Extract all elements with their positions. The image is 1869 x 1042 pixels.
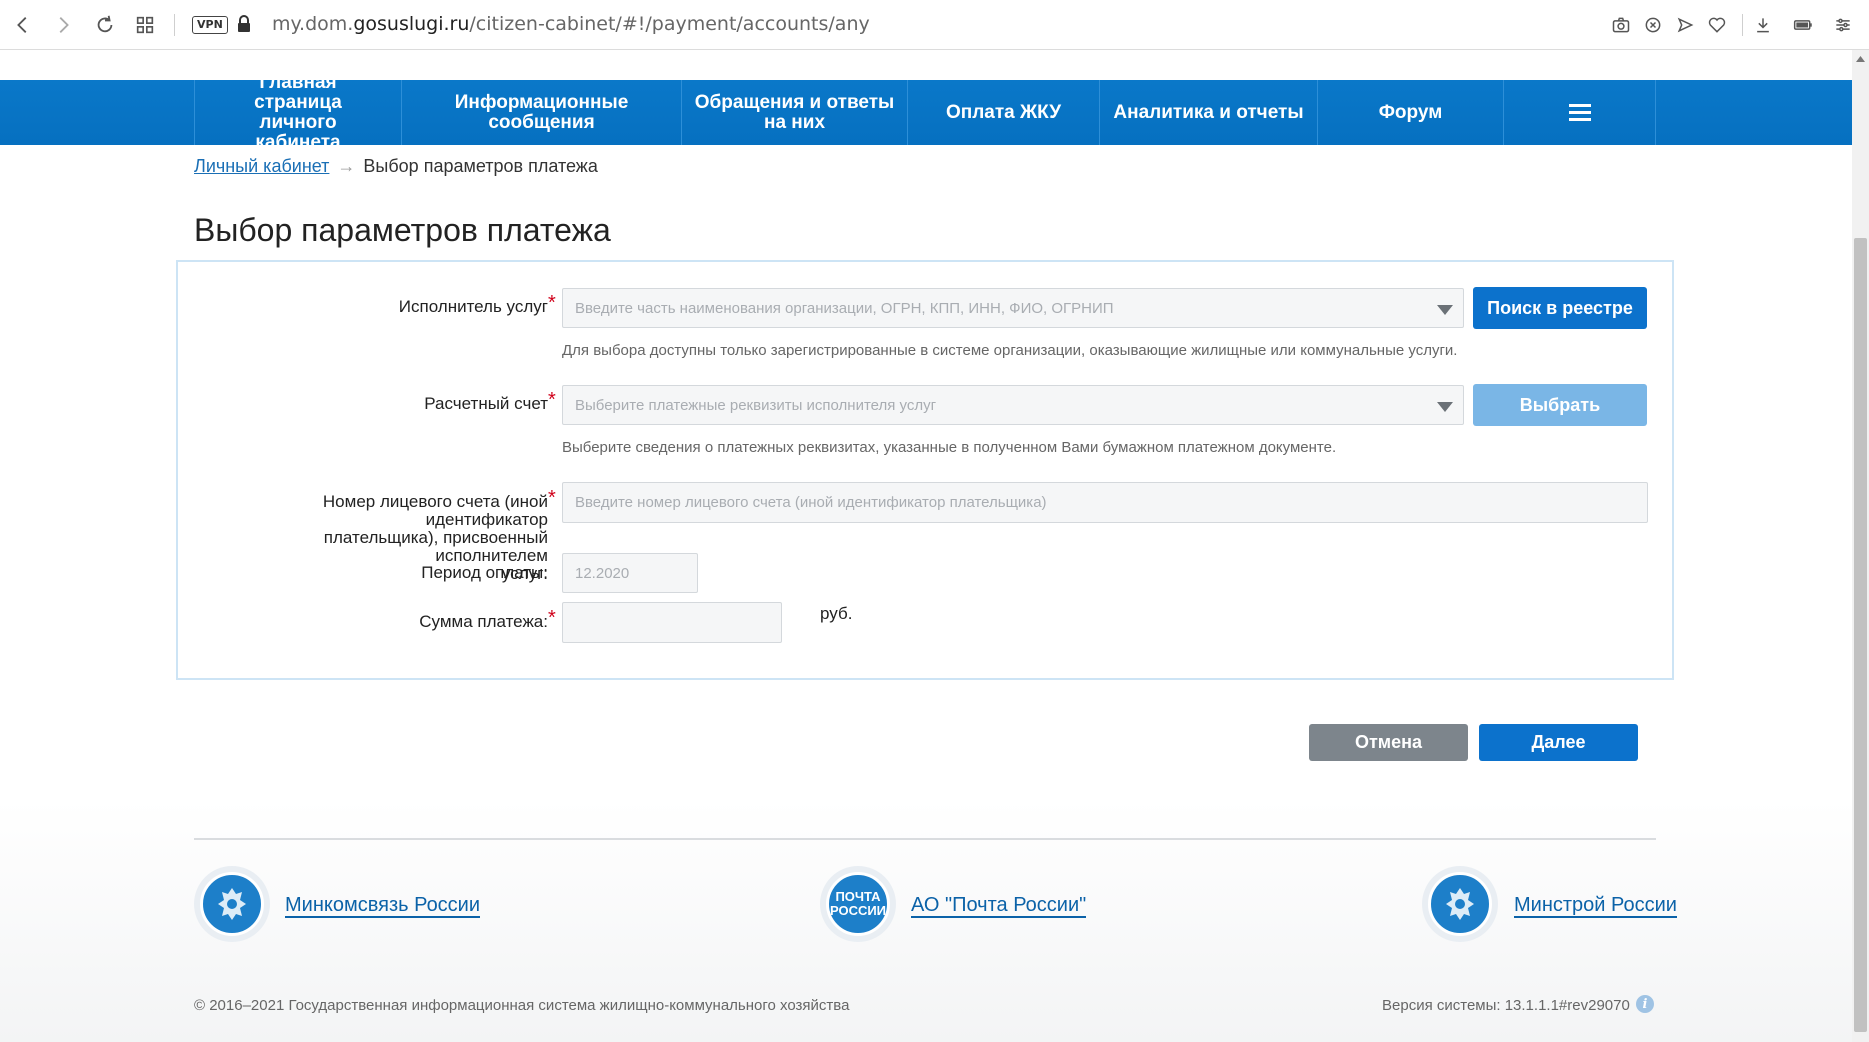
required-mark: * (548, 292, 556, 314)
personal-account-placeholder: Введите номер лицевого счета (иной идент… (575, 494, 1047, 511)
download-icon[interactable] (1750, 12, 1776, 38)
nav-item-cabinet-home[interactable]: Главная страница личного кабинета (194, 72, 402, 152)
forward-icon[interactable] (48, 10, 78, 40)
currency-label: руб. (820, 604, 853, 623)
url-host: gosuslugi.ru (353, 13, 470, 35)
personal-account-label-line: Номер лицевого счета (иной идентификатор (322, 492, 548, 529)
nav-item-forum[interactable]: Форум (1318, 80, 1504, 145)
provider-placeholder: Введите часть наименования организации, … (575, 299, 1114, 317)
next-button[interactable]: Далее (1479, 724, 1638, 761)
breadcrumb-link-cabinet[interactable]: Личный кабинет (194, 156, 329, 176)
minkomsvyaz-emblem-icon[interactable] (194, 866, 270, 942)
pochta-logo-text: ПОЧТА (835, 889, 881, 904)
amount-label: Сумма платежа: (419, 612, 548, 631)
period-input[interactable]: 12.2020 (562, 553, 698, 593)
chevron-down-icon (1437, 305, 1453, 315)
page-title: Выбор параметров платежа (194, 212, 611, 248)
copyright-text: © 2016–2021 Государственная информационн… (194, 997, 850, 1014)
account-hint: Выберите сведения о платежных реквизитах… (562, 439, 1337, 456)
info-icon[interactable]: i (1636, 995, 1654, 1013)
nav-item-label: Аналитика и отчеты (1113, 101, 1304, 123)
nav-menu-button[interactable] (1504, 80, 1656, 145)
nav-item-label: Главная страница личного кабинета (254, 71, 342, 153)
nav-item-utility-payment[interactable]: Оплата ЖКУ (908, 80, 1100, 145)
url-path: /citizen-cabinet/#!/payment/accounts/any (469, 13, 870, 35)
cancel-button[interactable]: Отмена (1309, 724, 1468, 761)
scroll-up-icon[interactable] (1855, 54, 1866, 64)
grid-icon[interactable] (130, 10, 160, 40)
nav-item-analytics[interactable]: Аналитика и отчеты (1100, 80, 1318, 145)
coat-of-arms-icon (200, 872, 264, 936)
coat-of-arms-icon (1428, 872, 1492, 936)
browser-toolbar: VPN my.dom.gosuslugi.ru/citizen-cabinet/… (0, 0, 1869, 50)
footer-divider (194, 838, 1656, 840)
scrollbar-thumb[interactable] (1854, 238, 1867, 1032)
heart-icon[interactable] (1704, 12, 1730, 38)
back-icon[interactable] (8, 10, 38, 40)
breadcrumb: Личный кабинет → Выбор параметров платежа (194, 156, 598, 177)
account-label: Расчетный счет (424, 394, 548, 413)
breadcrumb-arrow-icon: → (337, 156, 356, 176)
amount-input[interactable] (562, 602, 782, 643)
required-mark: * (548, 607, 556, 629)
account-placeholder: Выберите платежные реквизиты исполнителя… (575, 396, 937, 414)
chevron-down-icon (1437, 402, 1453, 412)
vpn-badge[interactable]: VPN (192, 16, 228, 34)
footer-link-minkomsvyaz[interactable]: Минкомсвязь России (285, 894, 481, 918)
account-select[interactable]: Выберите платежные реквизиты исполнителя… (562, 385, 1464, 425)
nav-item-info-messages[interactable]: Информационные сообщения (402, 80, 682, 145)
pochta-logo: ПОЧТА РОССИИ (826, 872, 890, 936)
toolbar-separator (174, 14, 175, 36)
select-account-button[interactable]: Выбрать (1473, 384, 1647, 426)
registry-search-button[interactable]: Поиск в реестре (1473, 287, 1647, 329)
url-prefix: my.dom. (272, 13, 354, 35)
required-mark: * (548, 487, 556, 509)
pochta-logo-text: РОССИИ (829, 903, 887, 918)
personal-account-input[interactable]: Введите номер лицевого счета (иной идент… (562, 482, 1648, 523)
minstroy-emblem-icon[interactable] (1422, 866, 1498, 942)
toolbar-separator (1742, 14, 1743, 36)
footer-link-minstroy[interactable]: Минстрой России (1514, 894, 1677, 918)
settings-icon[interactable] (1830, 12, 1856, 38)
nav-item-label: Форум (1378, 101, 1443, 123)
system-version: Версия системы: 13.1.1.1#rev29070 (1382, 997, 1630, 1014)
main-navigation: Главная страница личного кабинета Информ… (0, 72, 1852, 152)
hamburger-icon (1568, 104, 1591, 121)
required-mark: * (548, 389, 556, 411)
provider-select[interactable]: Введите часть наименования организации, … (562, 288, 1464, 328)
footer-link-pochta[interactable]: АО "Почта России" (911, 894, 1087, 918)
nav-item-appeals[interactable]: Обращения и ответы на них (682, 80, 908, 145)
nav-item-label: Обращения и ответы на них (694, 91, 895, 133)
reload-icon[interactable] (90, 10, 120, 40)
nav-item-label: Оплата ЖКУ (945, 101, 1062, 123)
send-icon[interactable] (1672, 12, 1698, 38)
camera-icon[interactable] (1608, 12, 1634, 38)
personal-account-label-line: плательщика), присвоенный исполнителем (323, 528, 548, 565)
lock-icon[interactable] (236, 14, 252, 34)
period-value: 12.2020 (575, 564, 630, 582)
close-circle-icon[interactable] (1640, 12, 1666, 38)
period-label: Период оплаты: (421, 563, 548, 582)
breadcrumb-current: Выбор параметров платежа (363, 156, 598, 176)
nav-item-label: Информационные сообщения (454, 91, 629, 133)
provider-label: Исполнитель услуг (398, 297, 548, 316)
pochta-logo-icon[interactable]: ПОЧТА РОССИИ (820, 866, 896, 942)
provider-hint: Для выбора доступны только зарегистриров… (562, 342, 1458, 359)
address-bar[interactable]: my.dom.gosuslugi.ru/citizen-cabinet/#!/p… (272, 13, 870, 35)
battery-icon[interactable] (1790, 12, 1816, 38)
